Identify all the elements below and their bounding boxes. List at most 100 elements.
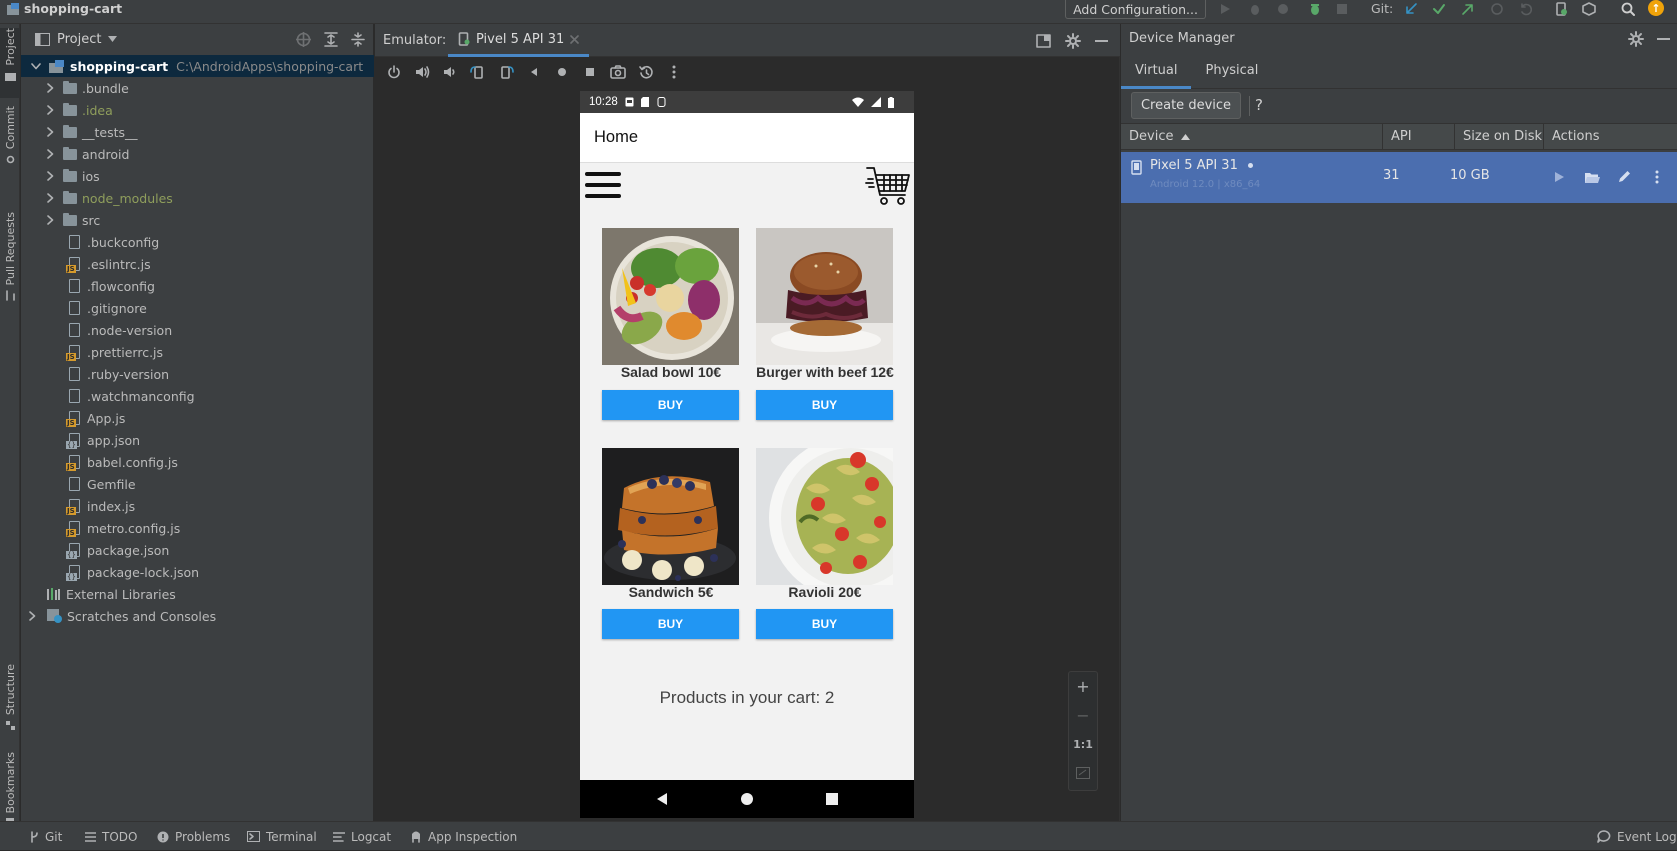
buy-button[interactable]: BUY	[756, 609, 893, 639]
rotate-right-icon[interactable]	[496, 62, 516, 82]
edit-device-icon[interactable]	[1614, 167, 1634, 187]
gear-icon[interactable]	[1628, 31, 1644, 47]
rotate-left-icon[interactable]	[468, 62, 488, 82]
run-icon[interactable]	[1216, 0, 1234, 17]
window-mode-icon[interactable]	[1036, 34, 1051, 48]
collapse-all-icon[interactable]	[351, 32, 365, 47]
tool-button-problems[interactable]: Problems	[157, 822, 230, 851]
tree-folder-row[interactable]: .idea	[21, 99, 374, 121]
volume-down-icon[interactable]	[440, 62, 460, 82]
git-push-icon[interactable]	[1459, 0, 1477, 17]
chevron-right-icon[interactable]	[43, 149, 57, 159]
tree-folder-row[interactable]: .bundle	[21, 77, 374, 99]
shopping-cart-icon[interactable]	[865, 165, 911, 207]
tool-tab-pull-requests[interactable]: Pull Requests	[0, 212, 20, 312]
tree-file-row[interactable]: .watchmanconfig	[21, 385, 374, 407]
tool-tab-commit[interactable]: Commit	[0, 106, 20, 191]
chevron-right-icon[interactable]	[25, 611, 39, 621]
volume-up-icon[interactable]	[412, 62, 432, 82]
tool-button-logcat[interactable]: Logcat	[333, 822, 391, 851]
nav-home-icon[interactable]	[740, 792, 754, 806]
help-button[interactable]: ?	[1255, 92, 1263, 119]
tree-file-row[interactable]: .gitignore	[21, 297, 374, 319]
back-icon[interactable]	[524, 62, 544, 82]
tree-file-row[interactable]: Gemfile	[21, 473, 374, 495]
chevron-right-icon[interactable]	[43, 127, 57, 137]
column-size-on-disk[interactable]: Size on Disk	[1455, 124, 1544, 149]
tree-file-row[interactable]: .ruby-version	[21, 363, 374, 385]
zoom-in-button[interactable]: +	[1069, 672, 1097, 700]
tree-file-row[interactable]: .eslintrc.js	[21, 253, 374, 275]
tree-file-row[interactable]: index.js	[21, 495, 374, 517]
nav-back-icon[interactable]	[655, 792, 669, 806]
git-commit-icon[interactable]	[1430, 0, 1448, 17]
tree-file-row[interactable]: .flowconfig	[21, 275, 374, 297]
tool-button-event-log[interactable]: Event Log	[1597, 822, 1677, 851]
buy-button[interactable]: BUY	[602, 609, 739, 639]
tree-file-row[interactable]: .buckconfig	[21, 231, 374, 253]
launch-device-icon[interactable]	[1549, 167, 1569, 187]
tool-tab-project[interactable]: Project	[0, 28, 20, 98]
power-icon[interactable]	[384, 62, 404, 82]
emulator-device-tab[interactable]: Pivel 5 API 31	[448, 24, 590, 57]
tree-external-libraries-row[interactable]: External Libraries	[21, 583, 374, 605]
tool-button-git[interactable]: Git	[30, 822, 62, 851]
more-actions-icon[interactable]	[1647, 167, 1667, 187]
tool-button-todo[interactable]: TODO	[85, 822, 137, 851]
stop-icon[interactable]	[1333, 0, 1351, 17]
tool-tab-structure[interactable]: Structure	[0, 664, 20, 744]
tab-virtual[interactable]: Virtual	[1121, 54, 1192, 89]
buy-button[interactable]: BUY	[602, 390, 739, 420]
rollback-icon[interactable]	[1516, 0, 1534, 17]
chevron-down-icon[interactable]	[29, 62, 43, 70]
tree-scratches-row[interactable]: Scratches and Consoles	[21, 605, 374, 627]
tree-file-row[interactable]: package-lock.json	[21, 561, 374, 583]
tree-folder-row[interactable]: ios	[21, 165, 374, 187]
zoom-fit-icon[interactable]	[1069, 759, 1097, 787]
menu-icon[interactable]	[585, 172, 621, 204]
chevron-right-icon[interactable]	[43, 215, 57, 225]
close-icon[interactable]	[570, 34, 580, 44]
sdk-manager-icon[interactable]	[1580, 0, 1598, 17]
tree-folder-row[interactable]: node_modules	[21, 187, 374, 209]
snapshot-icon[interactable]	[636, 62, 656, 82]
chevron-right-icon[interactable]	[43, 193, 57, 203]
update-available-icon[interactable]: ↑	[1648, 0, 1664, 16]
add-configuration-button[interactable]: Add Configuration...	[1065, 0, 1206, 19]
tree-file-row[interactable]: babel.config.js	[21, 451, 374, 473]
debug-icon[interactable]	[1246, 0, 1264, 17]
emulator-screen[interactable]: 10:28 Home Salad bowl 10€ BUY Burger wit…	[580, 91, 914, 818]
tree-file-row[interactable]: .node-version	[21, 319, 374, 341]
tab-physical[interactable]: Physical	[1191, 54, 1272, 89]
tool-tab-bookmarks[interactable]: Bookmarks	[0, 752, 20, 832]
minimize-icon[interactable]	[1095, 40, 1108, 43]
project-title[interactable]: shopping-cart	[6, 0, 122, 17]
chevron-right-icon[interactable]	[43, 171, 57, 181]
search-icon[interactable]	[1619, 0, 1637, 17]
open-folder-icon[interactable]	[1582, 167, 1602, 187]
column-device[interactable]: Device	[1121, 124, 1383, 149]
tool-button-terminal[interactable]: Terminal	[247, 822, 317, 851]
expand-all-icon[interactable]	[324, 32, 338, 47]
gear-icon[interactable]	[1065, 33, 1081, 49]
chevron-right-icon[interactable]	[43, 83, 57, 93]
device-manager-icon[interactable]	[1552, 0, 1570, 17]
tree-folder-row[interactable]: src	[21, 209, 374, 231]
tree-root-row[interactable]: shopping-cart C:\AndroidApps\shopping-ca…	[21, 55, 374, 77]
tree-file-row[interactable]: .prettierrc.js	[21, 341, 374, 363]
home-icon[interactable]	[552, 62, 572, 82]
create-device-button[interactable]: Create device	[1131, 92, 1241, 119]
zoom-actual-size-button[interactable]: 1:1	[1069, 730, 1097, 758]
column-api[interactable]: API	[1383, 124, 1455, 149]
device-row[interactable]: Pixel 5 API 31 Android 12.0 | x86_64 31 …	[1121, 152, 1677, 203]
chevron-right-icon[interactable]	[43, 105, 57, 115]
chevron-down-icon[interactable]	[108, 36, 118, 42]
tree-file-row[interactable]: metro.config.js	[21, 517, 374, 539]
git-update-icon[interactable]	[1402, 0, 1420, 17]
camera-icon[interactable]	[608, 62, 628, 82]
overview-icon[interactable]	[580, 62, 600, 82]
apply-changes-icon[interactable]	[1306, 0, 1324, 17]
nav-recents-icon[interactable]	[825, 792, 839, 806]
tool-button-app-inspection[interactable]: App Inspection	[410, 822, 517, 851]
tree-folder-row[interactable]: android	[21, 143, 374, 165]
